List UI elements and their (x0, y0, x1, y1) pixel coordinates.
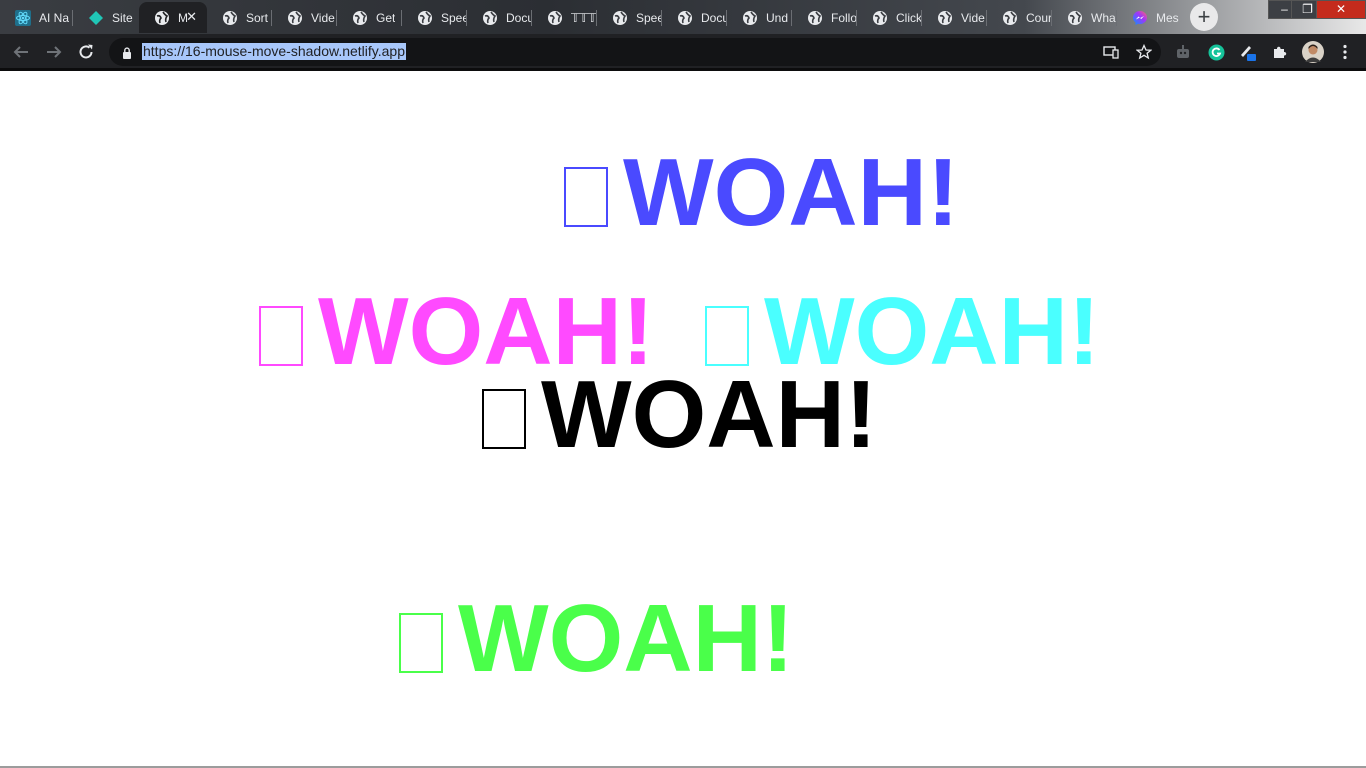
tab-label: Site (112, 10, 133, 25)
tab[interactable]: Und (727, 2, 792, 33)
missing-glyph-box (399, 613, 443, 673)
globe-icon (287, 10, 303, 26)
tab[interactable]: Docu (662, 2, 727, 33)
woah-text-blue: WOAH! (564, 145, 959, 241)
woah-label: WOAH! (623, 139, 959, 246)
tab-label: Vide (311, 10, 335, 25)
react-icon (15, 9, 31, 26)
profile-avatar[interactable] (1302, 41, 1324, 63)
menu-kebab-icon[interactable] (1336, 43, 1354, 61)
back-button[interactable] (10, 41, 32, 63)
tab-label: Spee (636, 10, 662, 25)
tab-label: Vide (961, 10, 985, 25)
cast-icon[interactable] (1102, 43, 1120, 61)
netlify-icon (88, 10, 104, 26)
missing-glyph-box (259, 306, 303, 366)
tab[interactable]: Follo (792, 2, 857, 33)
woah-text-main: WOAH! (482, 367, 877, 463)
address-bar[interactable]: https://16-mouse-move-shadow.netlify.app (109, 38, 1161, 66)
globe-icon (417, 10, 433, 26)
tab[interactable]: Get (337, 2, 402, 33)
globe-icon (937, 10, 953, 26)
tab[interactable]: 𝕋𝕋𝕋 (532, 2, 597, 33)
tab-label: Cour (1026, 10, 1052, 25)
globe-icon (547, 10, 563, 26)
tab-strip: AI Na Site M ✕ Sort Vide Get Spee Docu 𝕋… (0, 0, 1366, 34)
browser-toolbar: https://16-mouse-move-shadow.netlify.app (0, 34, 1366, 70)
extension-robot-icon[interactable] (1174, 43, 1192, 61)
reload-button[interactable] (75, 41, 97, 63)
puzzle-extensions-icon[interactable] (1271, 43, 1289, 61)
tab-label: Und (766, 10, 789, 25)
tab-label: Get (376, 10, 396, 25)
tab-label: 𝕋𝕋𝕋 (571, 10, 597, 25)
globe-icon (872, 10, 888, 26)
forward-arrow-icon (47, 46, 62, 58)
avatar-icon (1302, 41, 1324, 63)
tab-label: AI Na (39, 10, 70, 25)
bookmark-star-icon[interactable] (1135, 43, 1153, 61)
messenger-icon (1132, 10, 1148, 26)
url-text[interactable]: https://16-mouse-move-shadow.netlify.app (142, 43, 406, 60)
woah-label: WOAH! (458, 585, 794, 692)
pen-extension-icon[interactable] (1238, 43, 1256, 61)
tab[interactable]: Vide (922, 2, 987, 33)
missing-glyph-box (564, 167, 608, 227)
globe-icon (1067, 10, 1083, 26)
tab-label: Wha (1091, 10, 1116, 25)
woah-text-green: WOAH! (399, 591, 794, 687)
globe-icon (1002, 10, 1018, 26)
tab-ai[interactable]: AI Na (0, 2, 73, 33)
close-window-button[interactable]: ✕ (1316, 0, 1366, 19)
forward-button[interactable] (43, 41, 65, 63)
tab[interactable]: Spee (402, 2, 467, 33)
globe-icon (222, 10, 238, 26)
tab-active[interactable]: M ✕ (139, 2, 207, 33)
missing-glyph-box (482, 389, 526, 449)
tab[interactable]: Spee (597, 2, 662, 33)
tab[interactable]: Mes (1117, 2, 1182, 33)
globe-icon (677, 10, 693, 26)
back-arrow-icon (13, 46, 28, 58)
tab-label: Mes (1156, 10, 1179, 25)
tab[interactable]: Wha (1052, 2, 1117, 33)
globe-icon (352, 10, 368, 26)
new-tab-button[interactable]: + (1190, 3, 1218, 31)
woah-label: WOAH! (541, 361, 877, 468)
tab[interactable]: Click (857, 2, 922, 33)
lock-icon[interactable] (122, 46, 132, 64)
close-tab-icon[interactable]: ✕ (186, 9, 197, 25)
tab-label: Follo (831, 10, 857, 25)
grammarly-icon[interactable] (1207, 43, 1225, 61)
tab[interactable]: Docu (467, 2, 532, 33)
tab-site[interactable]: Site (73, 2, 139, 33)
reload-icon (79, 44, 93, 59)
globe-icon (482, 10, 498, 26)
tab[interactable]: Cour (987, 2, 1052, 33)
tab-label: Docu (701, 10, 727, 25)
globe-icon (154, 10, 170, 26)
tab-label: Docu (506, 10, 532, 25)
tab-label: Click (896, 10, 922, 25)
tab-label: Sort (246, 10, 269, 25)
tab-label: Spee (441, 10, 467, 25)
globe-icon (742, 10, 758, 26)
tab[interactable]: Vide (272, 2, 337, 33)
tab[interactable]: Sort (207, 2, 272, 33)
globe-icon (612, 10, 628, 26)
globe-icon (807, 10, 823, 26)
missing-glyph-box (705, 306, 749, 366)
toolbar-border (0, 68, 1366, 71)
